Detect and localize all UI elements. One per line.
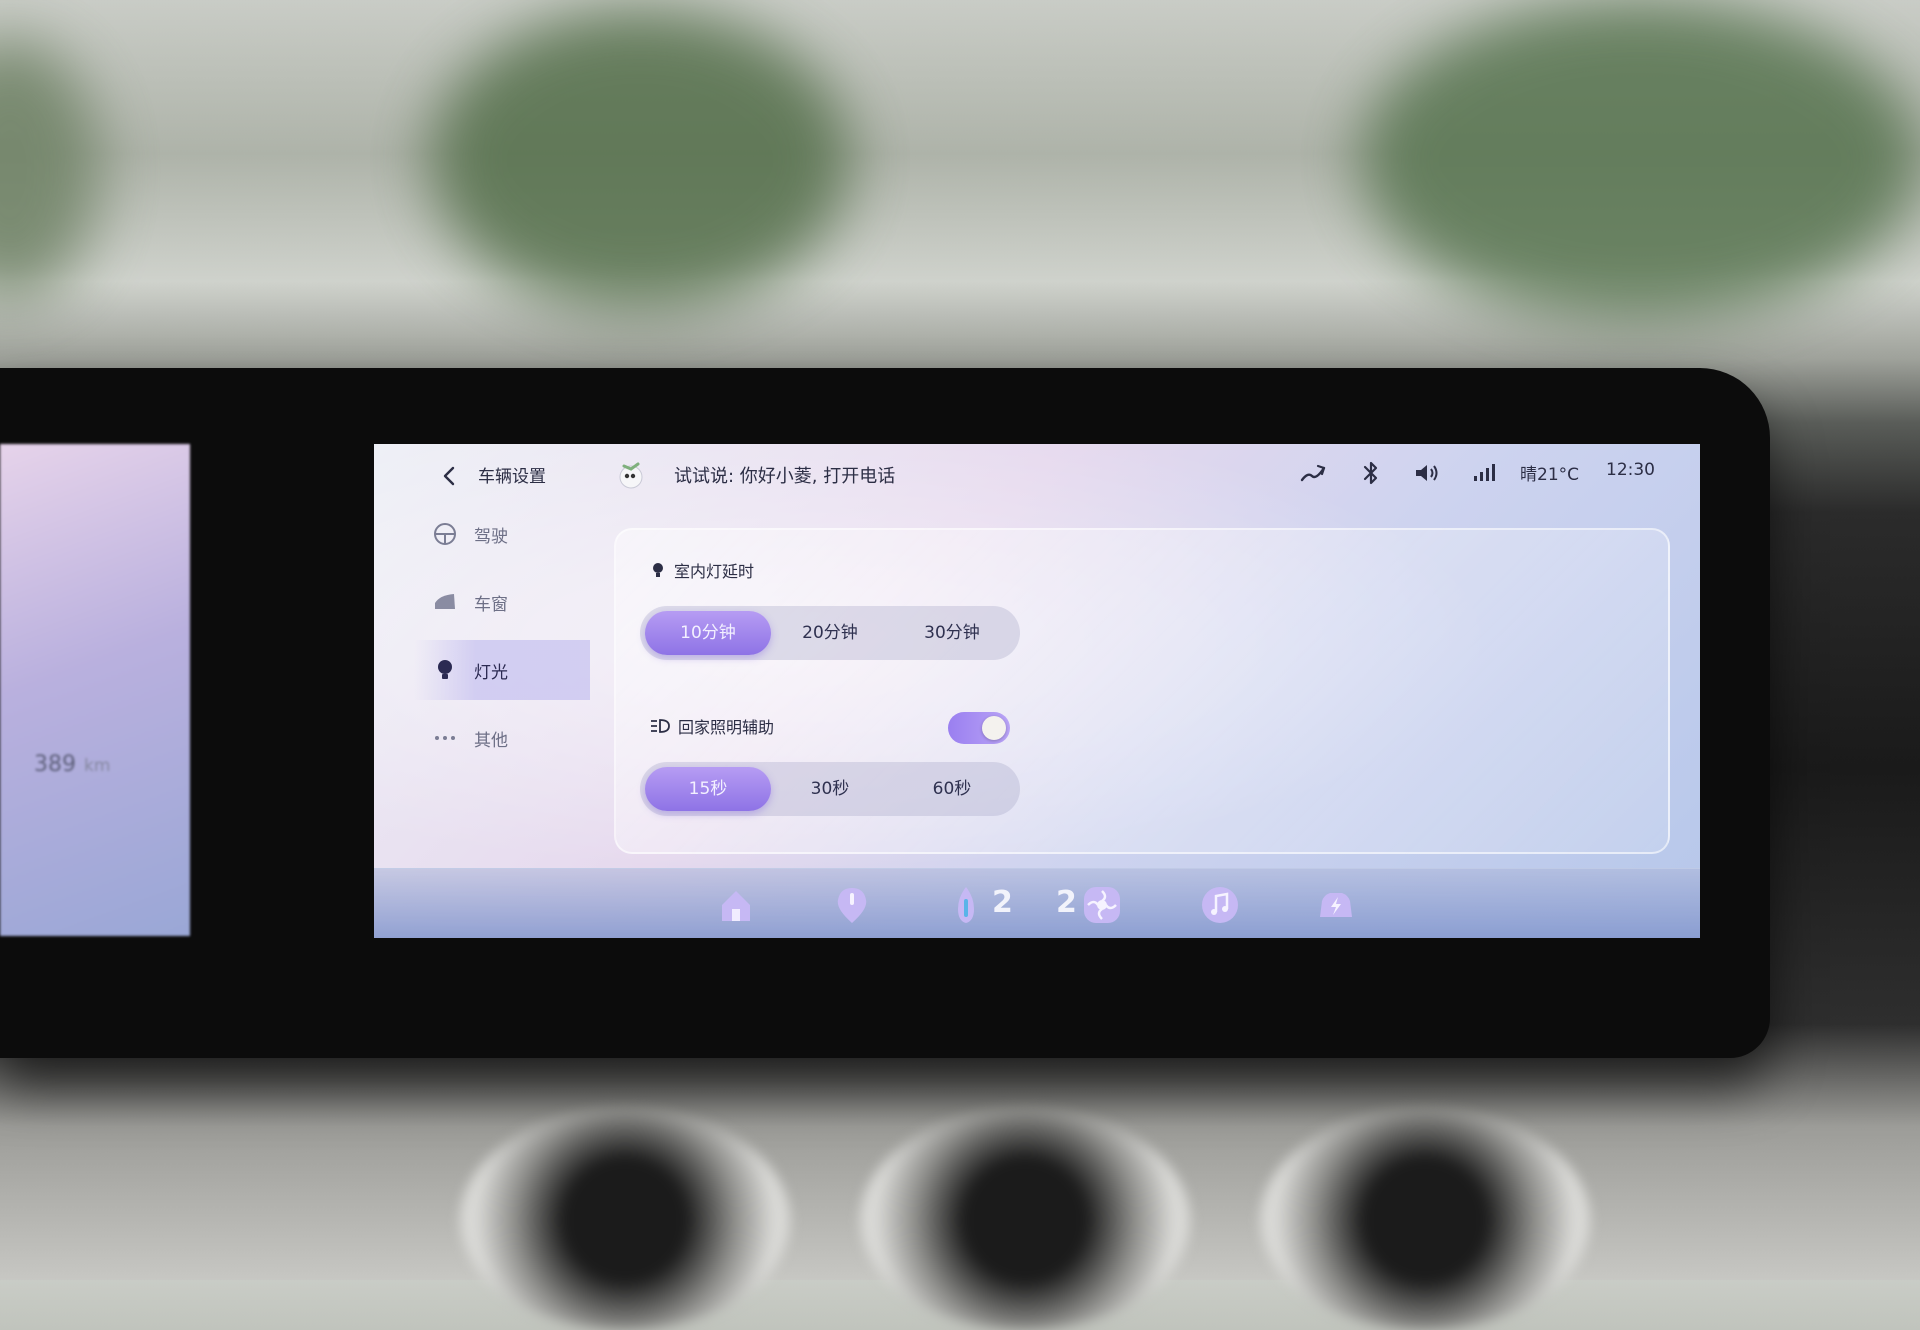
home-lighting-option-30s[interactable]: 30秒 xyxy=(767,767,893,811)
interior-delay-option-20min[interactable]: 20分钟 xyxy=(767,611,893,655)
page-title: 车辆设置 xyxy=(478,467,546,487)
background-tree xyxy=(1360,0,1920,320)
volume-icon[interactable] xyxy=(1412,460,1442,486)
home-icon xyxy=(722,891,750,921)
home-lighting-duration-selector: 15秒 30秒 60秒 xyxy=(640,762,1020,816)
chevron-left-icon xyxy=(443,466,455,486)
music-icon xyxy=(1202,887,1238,923)
sidebar-item-other[interactable]: 其他 xyxy=(414,708,590,768)
dock-fan-button[interactable] xyxy=(1080,883,1124,927)
weather-readout: 晴21°C xyxy=(1520,465,1580,485)
sidebar-item-label: 其他 xyxy=(474,730,508,751)
background-tree xyxy=(430,10,850,310)
bottom-dock: 2 2 xyxy=(374,868,1700,938)
fan-icon xyxy=(1084,887,1120,923)
temperature-level: 2 xyxy=(992,885,1013,920)
air-vent xyxy=(460,1110,790,1330)
light-bulb-icon xyxy=(653,563,663,577)
fan-speed-level: 2 xyxy=(1056,885,1077,920)
voice-assistant-avatar[interactable] xyxy=(614,458,648,492)
signal-wave-icon xyxy=(1298,460,1328,486)
dock-navigation-button[interactable] xyxy=(830,883,874,927)
more-dots-icon xyxy=(435,736,455,740)
home-lighting-option-15s[interactable]: 15秒 xyxy=(645,767,771,811)
temperature-icon xyxy=(958,887,974,923)
charging-car-icon xyxy=(1320,893,1352,917)
range-readout: 389 km xyxy=(34,752,111,777)
dock-charging-button[interactable] xyxy=(1314,883,1358,927)
voice-hint-text: 试试说: 你好小菱, 打开电话 xyxy=(674,466,896,487)
dock-home-button[interactable] xyxy=(714,883,758,927)
background-tree xyxy=(0,40,100,300)
lighting-settings-card: 室内灯延时 10分钟 20分钟 30分钟 回家照明辅助 15秒 30秒 60秒 xyxy=(614,528,1670,854)
headlight-icon xyxy=(651,719,670,733)
interior-light-delay-selector: 10分钟 20分钟 30分钟 xyxy=(640,606,1020,660)
sidebar-item-lights[interactable]: 灯光 xyxy=(414,640,590,700)
dock-music-button[interactable] xyxy=(1198,883,1242,927)
back-button[interactable] xyxy=(436,462,464,490)
navigation-pin-icon xyxy=(837,888,867,923)
top-bar: 车辆设置 试试说: 你好小菱, 打开电话 晴21°C 12:30 xyxy=(374,444,1700,500)
sidebar-item-label: 车窗 xyxy=(474,594,508,615)
sidebar-item-driving[interactable]: 驾驶 xyxy=(414,504,590,564)
interior-delay-option-30min[interactable]: 30分钟 xyxy=(889,611,1015,655)
home-lighting-option-60s[interactable]: 60秒 xyxy=(889,767,1015,811)
light-bulb-icon xyxy=(438,660,452,679)
home-lighting-toggle[interactable] xyxy=(948,712,1010,744)
toggle-knob xyxy=(982,716,1006,740)
air-vent xyxy=(1260,1110,1590,1330)
sidebar-item-windows[interactable]: 车窗 xyxy=(414,572,590,632)
sidebar-item-label: 驾驶 xyxy=(474,526,508,547)
assistant-mascot-icon xyxy=(619,462,643,489)
clock: 12:30 xyxy=(1606,460,1655,480)
interior-delay-option-10min[interactable]: 10分钟 xyxy=(645,611,771,655)
home-lighting-assist-label: 回家照明辅助 xyxy=(650,714,774,738)
steering-wheel-icon xyxy=(434,523,456,545)
settings-sidebar: 驾驶 车窗 灯光 其他 xyxy=(374,504,590,804)
instrument-cluster: 389 km xyxy=(0,444,190,936)
air-vent xyxy=(860,1110,1190,1330)
car-window-icon xyxy=(435,594,455,609)
dock-temperature-button[interactable] xyxy=(944,883,988,927)
infotainment-screen: 车辆设置 试试说: 你好小菱, 打开电话 晴21°C 12:30 驾驶 车窗 灯… xyxy=(374,444,1700,938)
interior-light-delay-label: 室内灯延时 xyxy=(650,558,754,582)
bluetooth-icon xyxy=(1356,460,1386,486)
sidebar-item-label: 灯光 xyxy=(474,662,508,683)
cellular-signal-icon xyxy=(1468,460,1498,486)
